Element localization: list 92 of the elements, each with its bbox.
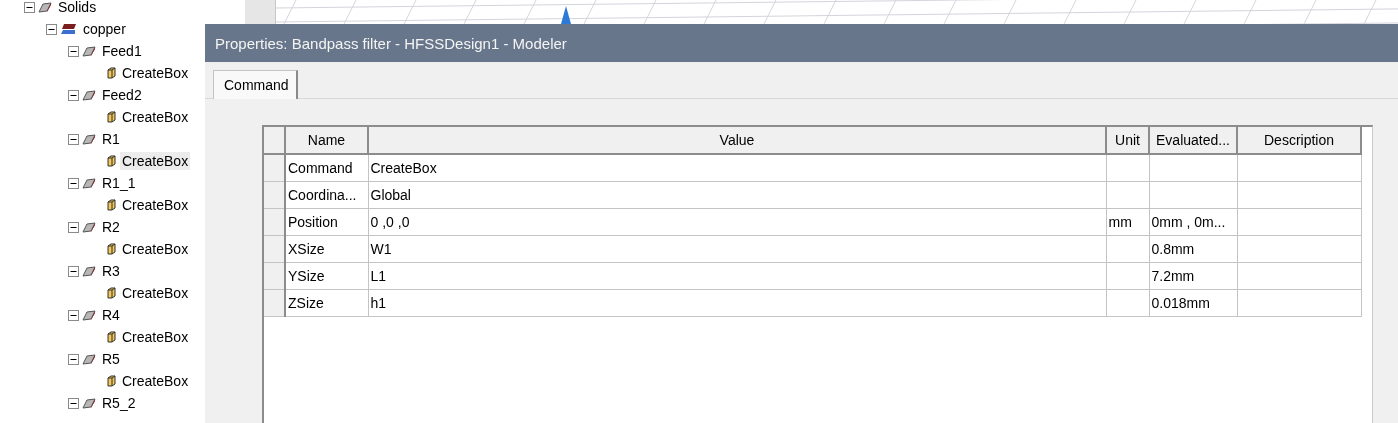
cube-icon xyxy=(107,111,116,123)
tree-item[interactable]: Feed2 xyxy=(100,86,144,104)
slab-icon xyxy=(38,1,52,13)
table-cell[interactable]: Command xyxy=(285,154,368,182)
tree-item[interactable]: R4 xyxy=(100,306,122,324)
row-header[interactable] xyxy=(264,235,285,263)
cube-icon xyxy=(107,199,116,211)
table-cell[interactable]: W1 xyxy=(368,235,1106,263)
table-cell[interactable] xyxy=(1149,181,1237,209)
tree-item[interactable]: R1_1 xyxy=(100,174,138,192)
table-cell[interactable] xyxy=(1237,208,1361,236)
slab-icon xyxy=(82,221,96,233)
collapse-icon[interactable] xyxy=(24,1,35,13)
table-cell[interactable] xyxy=(1106,289,1149,317)
collapse-icon[interactable] xyxy=(68,265,79,277)
table-cell[interactable] xyxy=(1237,262,1361,290)
column-header[interactable]: Name xyxy=(285,127,368,154)
table-cell[interactable]: L1 xyxy=(368,262,1106,290)
table-cell[interactable]: Position xyxy=(285,208,368,236)
tree-item[interactable]: CreateBox xyxy=(120,328,191,346)
tree-item[interactable]: Solids xyxy=(56,0,99,16)
tree-item[interactable]: CreateBox xyxy=(120,64,191,82)
tree-item[interactable]: CreateBox xyxy=(120,152,191,170)
cube-icon xyxy=(107,375,116,387)
table-cell[interactable]: Coordina... xyxy=(285,181,368,209)
table-cell[interactable]: 0 ,0 ,0 xyxy=(368,208,1106,236)
slab-icon xyxy=(82,397,96,409)
column-header[interactable]: Unit xyxy=(1106,127,1149,154)
table-cell[interactable] xyxy=(1237,289,1361,317)
slab-icon xyxy=(82,45,96,57)
slab-icon xyxy=(82,309,96,321)
row-header[interactable] xyxy=(264,262,285,290)
table-cell[interactable] xyxy=(1106,181,1149,209)
table-cell[interactable] xyxy=(1237,235,1361,263)
table-cell[interactable]: ZSize xyxy=(285,289,368,317)
cube-icon xyxy=(107,331,116,343)
column-header[interactable]: Evaluated... xyxy=(1149,127,1237,154)
tree-item[interactable]: R5 xyxy=(100,350,122,368)
collapse-icon[interactable] xyxy=(46,23,57,35)
tree-item[interactable]: R3 xyxy=(100,262,122,280)
cube-icon xyxy=(107,67,116,79)
collapse-icon[interactable] xyxy=(68,397,79,409)
table-cell[interactable]: CreateBox xyxy=(368,154,1106,182)
slab-icon xyxy=(82,133,96,145)
tab[interactable]: Command xyxy=(213,70,298,99)
collapse-icon[interactable] xyxy=(68,353,79,365)
slab-icon xyxy=(82,353,96,365)
table-cell[interactable] xyxy=(1106,235,1149,263)
tree-item[interactable]: CreateBox xyxy=(120,240,191,258)
table-cell[interactable] xyxy=(1237,181,1361,209)
tree-item[interactable]: CreateBox xyxy=(120,108,191,126)
table-cell[interactable]: 7.2mm xyxy=(1149,262,1237,290)
slab-icon xyxy=(82,89,96,101)
table-cell[interactable]: YSize xyxy=(285,262,368,290)
column-header[interactable]: Description xyxy=(1237,127,1361,154)
tree-item[interactable]: CreateBox xyxy=(120,196,191,214)
collapse-icon[interactable] xyxy=(68,309,79,321)
window-title: Properties: Bandpass filter - HFSSDesign1 - Modeler xyxy=(205,24,1398,62)
table-cell[interactable]: Global xyxy=(368,181,1106,209)
column-header[interactable]: Value xyxy=(368,127,1106,154)
table-cell[interactable] xyxy=(1237,154,1361,182)
table-cell[interactable]: 0mm , 0m... xyxy=(1149,208,1237,236)
row-header[interactable] xyxy=(264,154,285,182)
table-cell[interactable]: 0.018mm xyxy=(1149,289,1237,317)
tree-item[interactable]: Feed1 xyxy=(100,42,144,60)
tree-item[interactable]: R2 xyxy=(100,218,122,236)
table-cell[interactable]: 0.8mm xyxy=(1149,235,1237,263)
table-cell[interactable]: mm xyxy=(1106,208,1149,236)
tree-item[interactable]: copper xyxy=(81,20,128,38)
slab-icon xyxy=(82,265,96,277)
row-header[interactable] xyxy=(264,289,285,317)
row-header[interactable] xyxy=(264,181,285,209)
collapse-icon[interactable] xyxy=(68,89,79,101)
table-cell[interactable] xyxy=(1106,262,1149,290)
table-cell[interactable] xyxy=(1106,154,1149,182)
cube-icon xyxy=(107,287,116,299)
tree-item[interactable]: CreateBox xyxy=(120,284,191,302)
layers-icon xyxy=(61,23,77,35)
table-cell[interactable]: XSize xyxy=(285,235,368,263)
table-cell[interactable]: h1 xyxy=(368,289,1106,317)
tree-item[interactable]: CreateBox xyxy=(120,372,191,390)
cube-icon xyxy=(107,243,116,255)
collapse-icon[interactable] xyxy=(68,133,79,145)
collapse-icon[interactable] xyxy=(68,177,79,189)
collapse-icon[interactable] xyxy=(68,45,79,57)
row-header[interactable] xyxy=(264,208,285,236)
tree-item[interactable]: R1 xyxy=(100,130,122,148)
tree-item[interactable]: R5_2 xyxy=(100,394,138,412)
table-cell[interactable] xyxy=(1149,154,1237,182)
slab-icon xyxy=(82,177,96,189)
cube-icon xyxy=(107,155,116,167)
collapse-icon[interactable] xyxy=(68,221,79,233)
